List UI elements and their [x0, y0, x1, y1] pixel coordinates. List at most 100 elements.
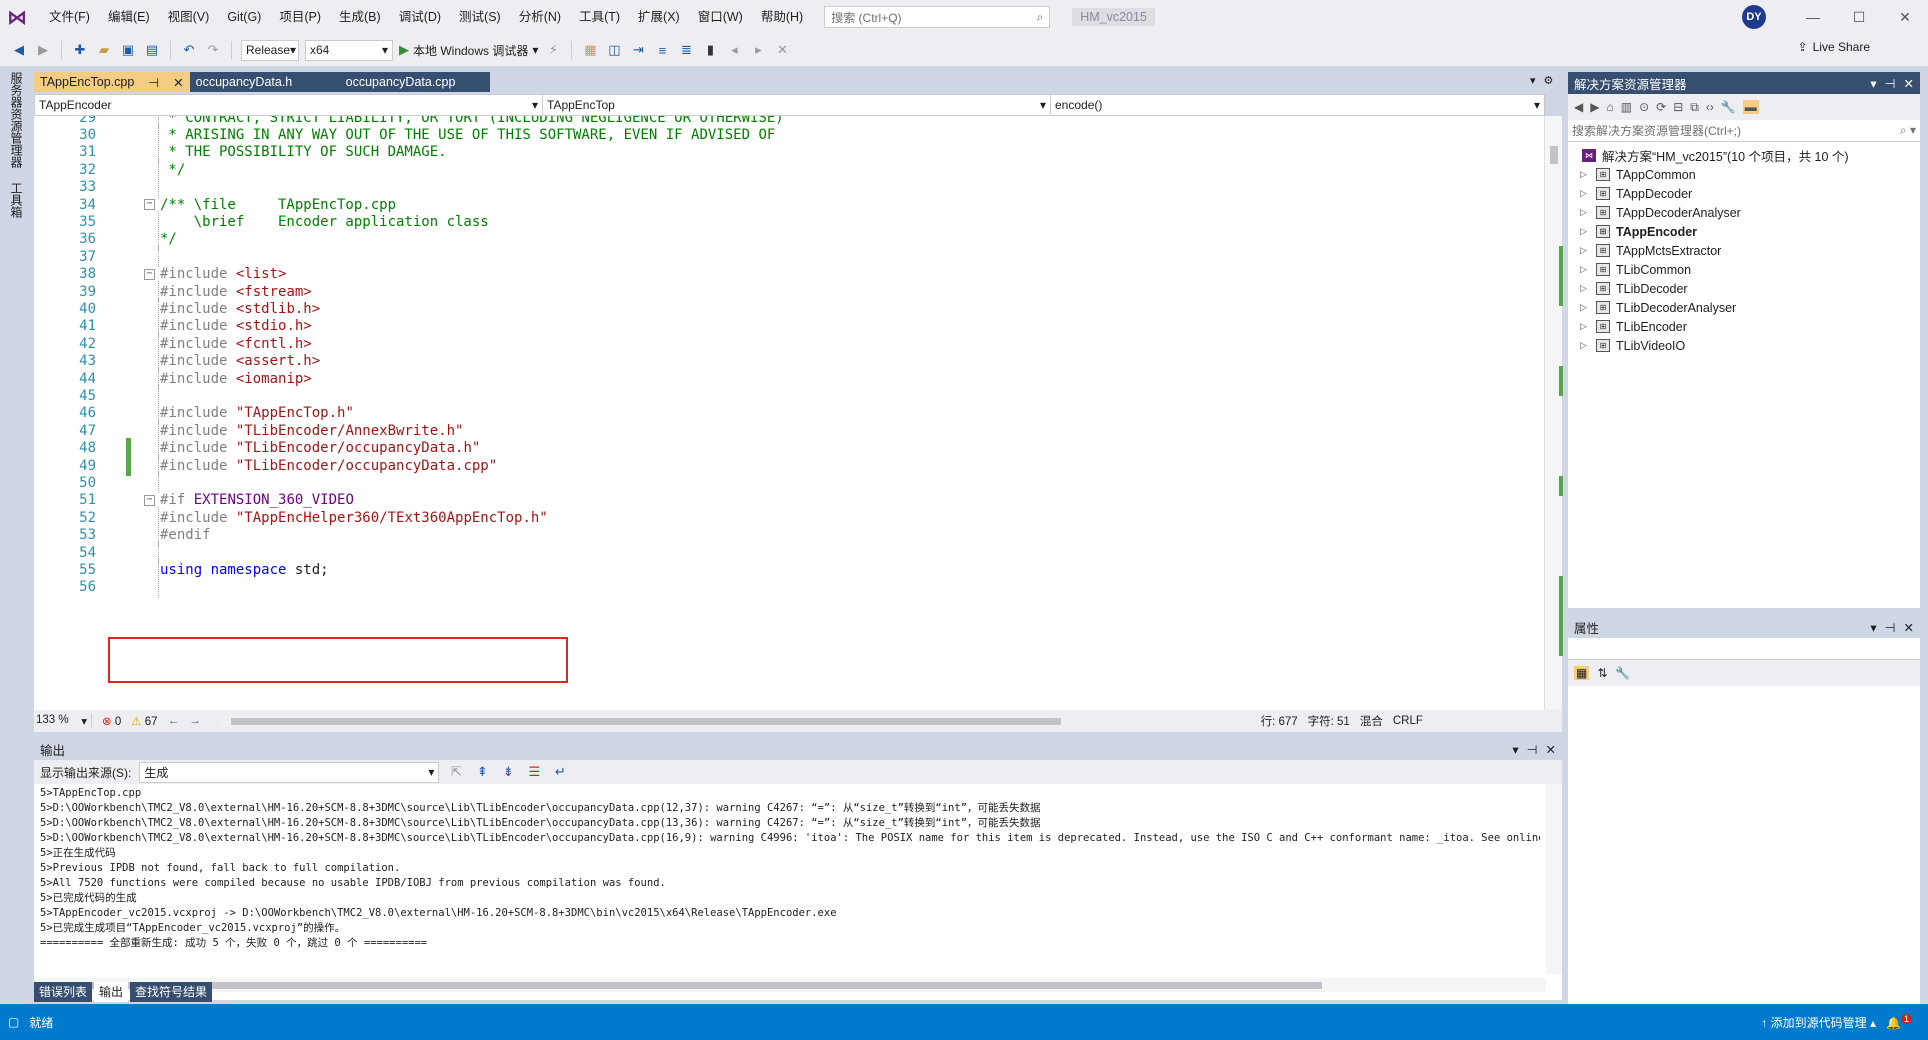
live-share-button[interactable]: ⇪ Live Share	[1798, 40, 1870, 54]
screenshot-icon[interactable]: ◫	[605, 41, 623, 59]
source-control-button[interactable]: ↑ 添加到源代码管理 ▴	[1761, 1014, 1876, 1031]
project-node[interactable]: ▷ ⊞ TLibCommon	[1580, 260, 1691, 279]
menu-edit[interactable]: 编辑(E)	[99, 0, 159, 34]
back-icon[interactable]: ◀	[1574, 100, 1583, 114]
window-position-icon[interactable]: ▾	[1512, 742, 1518, 757]
find-message-icon[interactable]: ⇱	[447, 763, 465, 781]
forward-icon[interactable]: ▶	[34, 41, 52, 59]
bookmark-icon[interactable]: ▮	[701, 41, 719, 59]
zoom-select[interactable]: 133 % ▾	[36, 714, 92, 728]
menu-view[interactable]: 视图(V)	[159, 0, 219, 34]
close-icon[interactable]: ✕	[1904, 76, 1914, 91]
search-input[interactable]: 搜索 (Ctrl+Q) ⌕	[824, 6, 1051, 28]
categorized-icon[interactable]: ▦	[1574, 666, 1590, 680]
tab-output[interactable]: 输出	[94, 982, 129, 1002]
expand-icon[interactable]: ▷	[1580, 245, 1590, 256]
line-ending-indicator[interactable]: CRLF	[1393, 715, 1423, 727]
redo-icon[interactable]: ↷	[204, 41, 222, 59]
solution-search-input[interactable]: 搜索解决方案资源管理器(Ctrl+;) ⌕ ▾	[1568, 120, 1920, 142]
code-line[interactable]: 56	[34, 576, 1544, 598]
platform-select[interactable]: x64 ▾	[305, 39, 393, 61]
properties-wrench-icon[interactable]: 🔧	[1721, 100, 1736, 114]
output-status-icon[interactable]: ▢	[8, 1015, 19, 1029]
maximize-icon[interactable]: ☐	[1836, 0, 1882, 34]
browse-icon[interactable]: ▦	[581, 41, 599, 59]
home-icon[interactable]: ⌂	[1606, 100, 1613, 114]
expand-icon[interactable]: ▷	[1580, 264, 1590, 275]
close-icon[interactable]: ✕	[173, 75, 183, 90]
close-icon[interactable]: ✕	[1904, 620, 1914, 635]
collapse-all-icon[interactable]: ⊟	[1673, 100, 1683, 114]
save-all-icon[interactable]: ▤	[143, 41, 161, 59]
property-pages-icon[interactable]: 🔧	[1615, 666, 1630, 680]
output-horizontal-scrollbar[interactable]	[34, 978, 1546, 992]
project-node[interactable]: ▷ ⊞ TLibDecoder	[1580, 279, 1688, 298]
forward-icon[interactable]: ▶	[1590, 100, 1599, 114]
menu-git[interactable]: Git(G)	[218, 0, 270, 34]
pin-icon[interactable]: ⊣	[1527, 742, 1538, 757]
window-position-icon[interactable]: ▾	[1870, 76, 1876, 91]
hot-reload-icon[interactable]: ⚡	[544, 41, 562, 59]
clear-all-icon[interactable]: ☰	[525, 763, 543, 781]
minimize-icon[interactable]: —	[1790, 0, 1836, 34]
project-node[interactable]: ▷ ⊞ TLibEncoder	[1580, 317, 1687, 336]
close-icon[interactable]: ✕	[1546, 742, 1556, 757]
code-editor[interactable]: 29 * CONTRACT, STRICT LIABILITY, OR TORT…	[34, 116, 1544, 710]
expand-icon[interactable]: ▷	[1580, 207, 1590, 218]
tab-find-symbol-results[interactable]: 查找符号结果	[130, 982, 213, 1002]
menu-build[interactable]: 生成(B)	[330, 0, 390, 34]
expand-icon[interactable]: ▷	[1580, 169, 1590, 180]
project-scope-select[interactable]: TAppEncoder ▾	[35, 95, 543, 115]
uncomment-icon[interactable]: ≣	[677, 41, 695, 59]
expand-icon[interactable]: ▷	[1580, 188, 1590, 199]
tab-mode-indicator[interactable]: 混合	[1360, 713, 1383, 729]
menu-analyze[interactable]: 分析(N)	[510, 0, 570, 34]
menu-help[interactable]: 帮助(H)	[752, 0, 812, 34]
start-debugging-button[interactable]: ▶ 本地 Windows 调试器 ▾	[399, 42, 538, 59]
menu-debug[interactable]: 调试(D)	[390, 0, 450, 34]
menu-project[interactable]: 项目(P)	[270, 0, 330, 34]
expand-icon[interactable]: ▷	[1580, 340, 1590, 351]
tab-occupancydata-h[interactable]: occupancyData.h	[189, 72, 340, 92]
next-bookmark-icon[interactable]: ▸	[749, 41, 767, 59]
warning-count[interactable]: ⚠ 67	[131, 714, 157, 728]
switch-views-icon[interactable]: ▥	[1621, 100, 1632, 114]
output-vertical-scrollbar[interactable]	[1546, 784, 1562, 974]
project-node[interactable]: ▷ ⊞ TAppDecoderAnalyser	[1580, 203, 1741, 222]
project-node[interactable]: ▷ ⊞ TAppDecoder	[1580, 184, 1692, 203]
tab-list-icon[interactable]: ▾	[1530, 74, 1536, 87]
save-icon[interactable]: ▣	[119, 41, 137, 59]
back-icon[interactable]: ◀	[10, 41, 28, 59]
output-text[interactable]: 5>TAppEncTop.cpp 5>D:\OOWorkbench\TMC2_V8…	[40, 786, 1540, 951]
properties-object-select[interactable]	[1568, 638, 1920, 660]
prev-message-icon[interactable]: ⇞	[473, 763, 491, 781]
menu-tools[interactable]: 工具(T)	[570, 0, 629, 34]
configuration-select[interactable]: Release ▾	[241, 39, 299, 61]
type-scope-select[interactable]: TAppEncTop ▾	[543, 95, 1051, 115]
menu-file[interactable]: 文件(F)	[40, 0, 99, 34]
expand-icon[interactable]: ▷	[1580, 226, 1590, 237]
tab-tappenctop-cpp[interactable]: TAppEncTop.cpp ⊣ ✕	[34, 72, 190, 92]
close-icon[interactable]: ✕	[1882, 0, 1928, 34]
nav-forward-icon[interactable]: →	[189, 715, 201, 727]
open-folder-icon[interactable]: ▰	[95, 41, 113, 59]
avatar[interactable]: DY	[1742, 5, 1766, 29]
project-node[interactable]: ▷ ⊞ TAppEncoder	[1580, 222, 1697, 241]
expand-icon[interactable]: ▷	[1580, 321, 1590, 332]
alphabetical-icon[interactable]: ⇅	[1597, 666, 1607, 680]
expand-icon[interactable]: ▷	[1580, 302, 1590, 313]
tab-occupancydata-cpp[interactable]: occupancyData.cpp	[339, 72, 490, 92]
output-source-select[interactable]: 生成 ▾	[139, 761, 440, 783]
comment-icon[interactable]: ≡	[653, 41, 671, 59]
menu-window[interactable]: 窗口(W)	[689, 0, 752, 34]
clear-bookmarks-icon[interactable]: ✕	[773, 41, 791, 59]
tab-error-list[interactable]: 错误列表	[34, 982, 93, 1002]
collapse-icon[interactable]: −	[144, 199, 155, 210]
pin-icon[interactable]: ⊣	[148, 75, 159, 90]
window-position-icon[interactable]: ▾	[1870, 620, 1876, 635]
expand-icon[interactable]: ▷	[1580, 283, 1590, 294]
collapse-icon[interactable]: −	[144, 268, 155, 280]
notifications-icon[interactable]: 🔔 1	[1886, 1014, 1912, 1030]
show-all-files-icon[interactable]: ⧉	[1690, 100, 1699, 115]
prev-bookmark-icon[interactable]: ◂	[725, 41, 743, 59]
